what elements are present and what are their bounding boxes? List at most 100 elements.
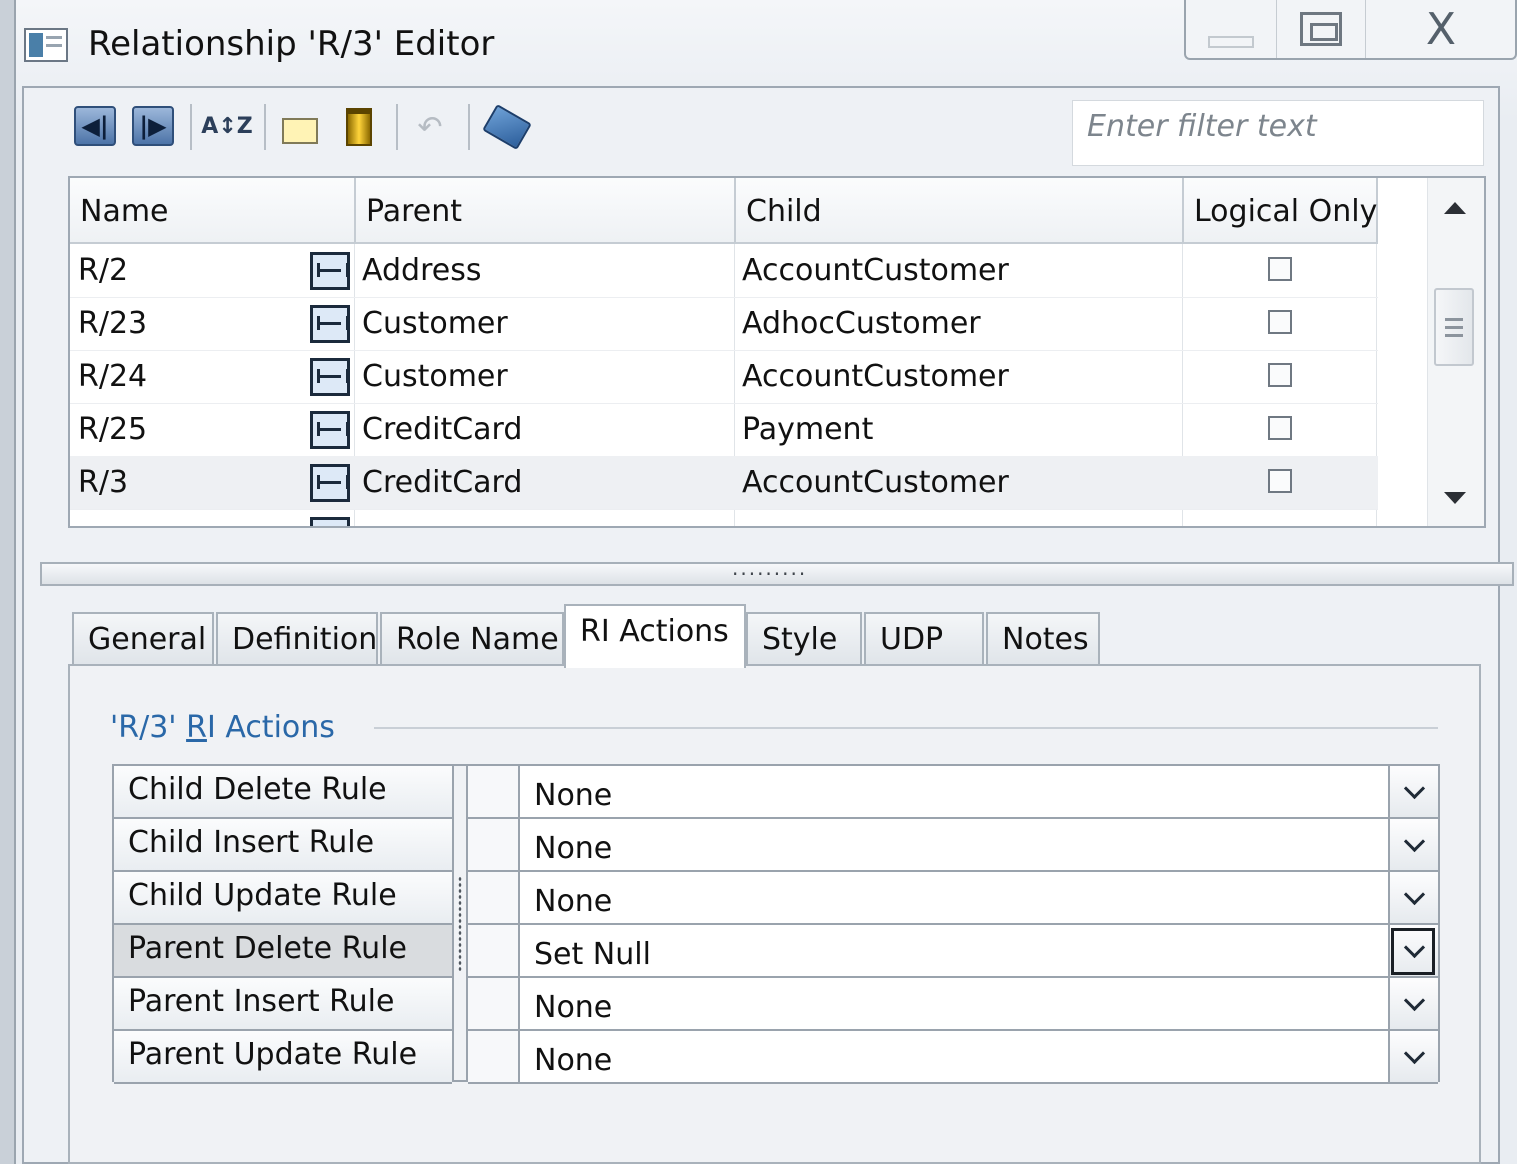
rule-value-select[interactable]: Set Null bbox=[520, 925, 1388, 978]
tab-style[interactable]: Style bbox=[746, 612, 862, 666]
chevron-down-icon bbox=[1403, 777, 1425, 800]
cell-child: AccountCustomer bbox=[742, 359, 1009, 394]
logical-only-checkbox[interactable] bbox=[1268, 310, 1292, 334]
rule-label-selected: Parent Delete Rule bbox=[114, 925, 452, 978]
window-controls: X bbox=[1184, 0, 1517, 60]
filter-input[interactable]: Enter filter text bbox=[1072, 100, 1484, 166]
tab-udp[interactable]: UDP bbox=[864, 612, 984, 666]
relationship-icon bbox=[310, 464, 350, 502]
splitter-grip-icon: ········· bbox=[732, 562, 808, 586]
toolbar-separator bbox=[396, 104, 398, 150]
rule-spacer bbox=[468, 978, 520, 1031]
cell-parent: Address bbox=[362, 253, 482, 288]
chevron-down-icon bbox=[1403, 830, 1425, 853]
rule-value-select[interactable]: None bbox=[520, 872, 1388, 925]
rule-value-select[interactable]: None bbox=[520, 819, 1388, 872]
previous-button[interactable]: ◀| bbox=[74, 106, 116, 146]
relationship-icon bbox=[310, 517, 350, 526]
group-divider bbox=[374, 727, 1438, 729]
cell-parent: CreditCard bbox=[362, 412, 523, 447]
relationship-grid: Name Parent Child Logical Only R/2 Addre… bbox=[68, 176, 1486, 528]
maximize-button[interactable] bbox=[1276, 0, 1366, 58]
rule-value-select[interactable]: None bbox=[520, 978, 1388, 1031]
minimize-button[interactable] bbox=[1186, 0, 1276, 58]
background-window-edge bbox=[0, 0, 14, 1164]
rule-value-select[interactable]: None bbox=[520, 766, 1388, 819]
tab-definition[interactable]: Definition bbox=[216, 612, 378, 666]
window-app-icon bbox=[24, 28, 68, 62]
logical-only-checkbox[interactable] bbox=[1268, 257, 1292, 281]
grid-scrollbar[interactable] bbox=[1427, 178, 1484, 526]
cell-name: R/2 bbox=[78, 253, 129, 288]
rule-label: Parent Update Rule bbox=[114, 1031, 452, 1084]
sort-icon: A↕Z bbox=[201, 114, 253, 139]
chevron-down-icon bbox=[1403, 936, 1425, 959]
next-button[interactable]: |▶ bbox=[132, 106, 174, 146]
rule-label: Child Update Rule bbox=[114, 872, 452, 925]
table-row[interactable]: R/25 CreditCard Payment bbox=[70, 403, 1378, 457]
chevron-down-icon bbox=[1403, 989, 1425, 1012]
column-header-parent[interactable]: Parent bbox=[356, 178, 736, 244]
tab-general[interactable]: General bbox=[72, 612, 214, 666]
column-header-name[interactable]: Name bbox=[70, 178, 356, 244]
table-row-partial[interactable] bbox=[70, 509, 1378, 526]
column-header-logical-only[interactable]: Logical Only bbox=[1184, 178, 1378, 244]
maximize-icon bbox=[1300, 12, 1342, 46]
ri-actions-property-grid: Child Delete Rule None Child Insert Rule… bbox=[112, 764, 1440, 1084]
table-row[interactable]: R/23 Customer AdhocCustomer bbox=[70, 297, 1378, 351]
tab-ri-actions[interactable]: RI Actions bbox=[564, 604, 746, 668]
properties-icon bbox=[482, 104, 532, 150]
sort-button[interactable]: A↕Z bbox=[201, 104, 253, 150]
rule-label: Child Insert Rule bbox=[114, 819, 452, 872]
rule-dropdown-button[interactable] bbox=[1388, 978, 1438, 1031]
undo-icon: ↶ bbox=[417, 109, 443, 145]
window-title: Relationship 'R/3' Editor bbox=[88, 24, 495, 64]
minimize-icon bbox=[1208, 36, 1254, 48]
delete-button[interactable] bbox=[342, 104, 376, 150]
cell-child: AccountCustomer bbox=[742, 253, 1009, 288]
rule-dropdown-button[interactable] bbox=[1388, 766, 1438, 819]
rule-dropdown-button[interactable] bbox=[1388, 925, 1438, 978]
table-row[interactable]: R/2 Address AccountCustomer bbox=[70, 244, 1378, 298]
grip-icon bbox=[458, 876, 462, 972]
scroll-thumb[interactable] bbox=[1434, 288, 1474, 366]
rule-dropdown-button[interactable] bbox=[1388, 1031, 1438, 1084]
rule-dropdown-button[interactable] bbox=[1388, 819, 1438, 872]
rule-spacer bbox=[468, 766, 520, 819]
undo-button[interactable]: ↶ bbox=[410, 104, 450, 150]
properties-button[interactable] bbox=[482, 104, 532, 150]
rule-spacer bbox=[468, 925, 520, 978]
table-row[interactable]: R/24 Customer AccountCustomer bbox=[70, 350, 1378, 404]
close-button[interactable]: X bbox=[1366, 0, 1516, 58]
scroll-down-arrow-icon[interactable] bbox=[1444, 492, 1466, 504]
logical-only-checkbox[interactable] bbox=[1268, 363, 1292, 387]
new-relationship-button[interactable] bbox=[280, 104, 320, 150]
chevron-down-icon bbox=[1403, 1042, 1425, 1065]
close-icon: X bbox=[1425, 3, 1457, 55]
table-row-selected[interactable]: R/3 CreditCard AccountCustomer bbox=[70, 456, 1378, 510]
previous-icon: ◀| bbox=[81, 112, 109, 140]
tab-role-name[interactable]: Role Name bbox=[380, 612, 564, 666]
cell-name: R/24 bbox=[78, 359, 148, 394]
tab-notes[interactable]: Notes bbox=[986, 612, 1100, 666]
cell-child: Payment bbox=[742, 412, 874, 447]
scroll-up-arrow-icon[interactable] bbox=[1444, 202, 1466, 214]
relationship-icon bbox=[310, 358, 350, 396]
toolbar-separator bbox=[264, 104, 266, 150]
column-header-child[interactable]: Child bbox=[736, 178, 1184, 244]
toolbar-separator bbox=[190, 104, 192, 150]
next-icon: |▶ bbox=[139, 112, 167, 140]
cell-name: R/25 bbox=[78, 412, 148, 447]
logical-only-checkbox[interactable] bbox=[1268, 469, 1292, 493]
chevron-down-icon bbox=[1403, 883, 1425, 906]
rule-label: Child Delete Rule bbox=[114, 766, 452, 819]
pane-splitter[interactable]: ········· bbox=[40, 562, 1514, 586]
rule-dropdown-button[interactable] bbox=[1388, 872, 1438, 925]
logical-only-checkbox[interactable] bbox=[1268, 416, 1292, 440]
column-resize-handle[interactable] bbox=[452, 766, 468, 1080]
cell-name: R/3 bbox=[78, 465, 129, 500]
cell-parent: Customer bbox=[362, 359, 508, 394]
relationship-icon bbox=[310, 411, 350, 449]
rule-value-select[interactable]: None bbox=[520, 1031, 1388, 1084]
rule-spacer bbox=[468, 819, 520, 872]
